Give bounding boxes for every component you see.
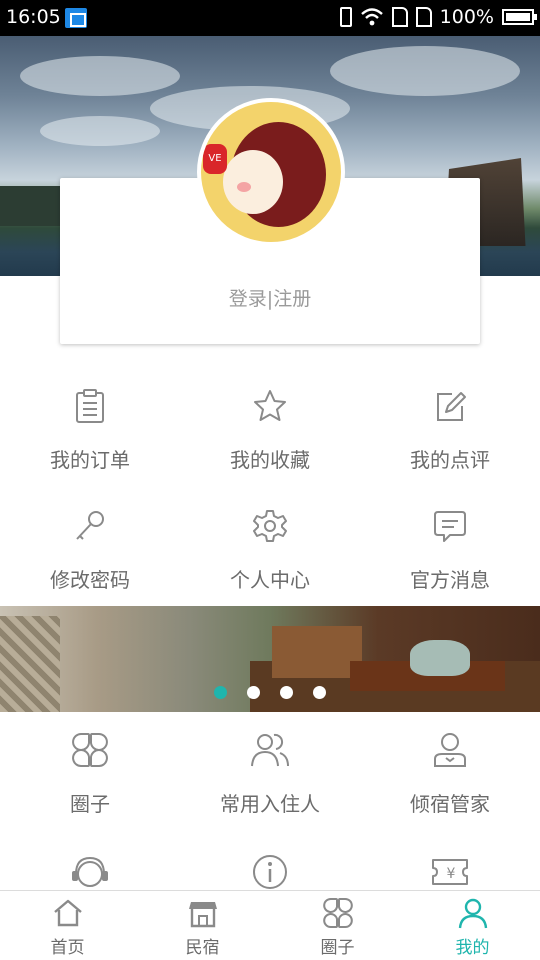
svg-text:¥: ¥ [447,866,456,882]
menu-circles[interactable]: 圈子 [0,720,180,840]
carousel-dot[interactable] [247,686,260,699]
menu-label: 我的收藏 [230,448,310,472]
account-menu: 我的订单 我的收藏 我的点评 修改密码 个人中心 官方消息 [0,372,540,612]
carousel-dot[interactable] [214,686,227,699]
star-icon [254,390,286,421]
headset-icon [72,856,108,887]
wifi-icon [360,8,383,26]
menu-label: 常用入住人 [220,792,320,816]
edit-icon [437,392,466,421]
gear-icon [253,510,287,542]
menu-label: 倾宿管家 [410,792,490,816]
people-icon [251,733,289,767]
battery-percent: 100% [439,6,494,28]
menu-label: 官方消息 [410,568,490,592]
menu-label: 我的点评 [410,448,490,472]
menu-personal-center[interactable]: 个人中心 [180,492,360,612]
tab-circles[interactable]: 圈子 [270,891,405,960]
shop-icon [188,902,217,928]
user-icon [458,898,487,929]
menu-official-messages[interactable]: 官方消息 [360,492,540,612]
circles-icon [322,897,353,929]
tab-label: 我的 [455,938,490,958]
sim-card-2-icon [415,7,432,27]
carousel-dot[interactable] [280,686,293,699]
menu-label: 修改密码 [50,568,130,592]
butler-icon [434,733,466,767]
home-icon [53,899,82,927]
tab-homestay[interactable]: 民宿 [135,891,270,960]
menu-my-reviews[interactable]: 我的点评 [360,372,540,492]
menu-label: 个人中心 [230,568,310,592]
battery-icon [502,9,537,25]
clipboard-icon [76,389,104,423]
tab-label: 民宿 [185,938,220,958]
menu-my-favorites[interactable]: 我的收藏 [180,372,360,492]
menu-label: 我的订单 [50,448,130,472]
tab-label: 圈子 [320,938,355,958]
tab-home[interactable]: 首页 [0,891,135,960]
vibrate-icon [339,7,352,27]
bottom-tab-bar: 首页 民宿 圈子 我的 [0,890,540,960]
sim-card-1-icon [391,7,408,27]
carousel-indicators [0,686,540,706]
circles-icon [72,732,108,768]
status-time: 16:05 [6,6,61,28]
screenshot-icon [65,8,87,28]
menu-my-orders[interactable]: 我的订单 [0,372,180,492]
carousel-dot[interactable] [313,686,326,699]
menu-coupons[interactable]: ¥ [360,842,540,892]
menu-frequent-guests[interactable]: 常用入住人 [180,720,360,840]
info-icon [253,855,287,889]
tab-mine[interactable]: 我的 [405,891,540,960]
menu-label: 圈子 [70,792,110,816]
login-register-link[interactable]: 登录|注册 [60,284,480,311]
status-indicators: 100% [339,6,537,28]
key-icon [76,511,104,540]
menu-customer-service[interactable] [0,842,180,892]
coupon-icon: ¥ [432,859,468,885]
tab-label: 首页 [50,938,85,958]
menu-butler[interactable]: 倾宿管家 [360,720,540,840]
menu-change-password[interactable]: 修改密码 [0,492,180,612]
status-bar: 16:05 100% [0,0,540,36]
menu-about[interactable] [180,842,360,892]
services-menu: 圈子 常用入住人 倾宿管家 ¥ [0,720,540,892]
message-icon [434,511,466,542]
user-avatar[interactable]: VE [197,98,345,246]
